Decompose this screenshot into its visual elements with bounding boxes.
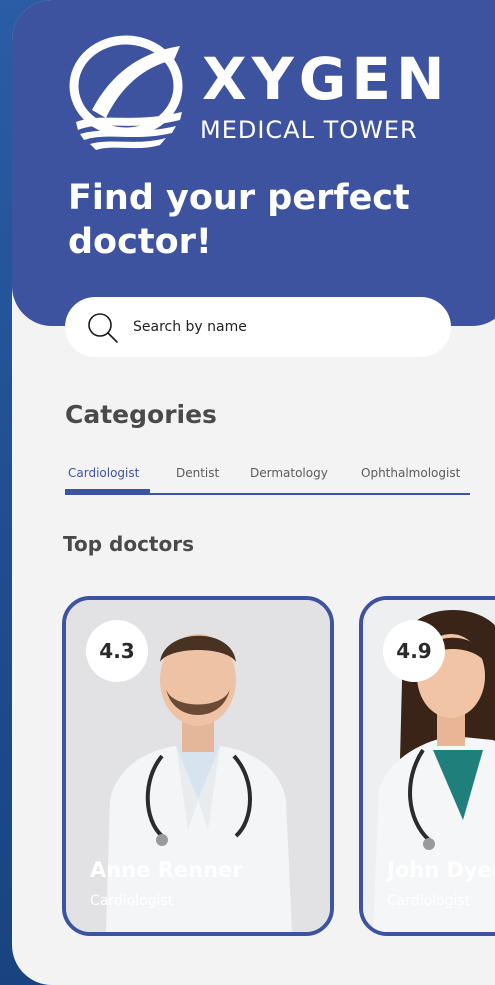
tab-ophthalmologist[interactable]: Ophthalmologist [361,466,460,480]
doctor-card[interactable]: 4.3 Anne Renner Cardiologist [62,596,334,936]
rating-badge: 4.9 [383,620,445,682]
brand-logo: XYGEN MEDICAL TOWER [62,32,444,154]
doctor-specialty: Cardiologist [90,893,174,909]
doctor-card[interactable]: 4.9 John Dyer Cardiologist [359,596,495,936]
phone-screen: XYGEN MEDICAL TOWER Find your perfect do… [12,0,495,985]
search-bar[interactable] [65,297,451,357]
brand-subtitle: MEDICAL TOWER [200,116,418,144]
search-icon [88,313,118,343]
hero-header: XYGEN MEDICAL TOWER Find your perfect do… [12,0,495,326]
app-background: XYGEN MEDICAL TOWER Find your perfect do… [0,0,495,985]
doctor-name: John Dyer [387,858,495,882]
categories-heading: Categories [65,400,217,429]
active-tab-indicator [65,489,150,495]
tab-cardiologist[interactable]: Cardiologist [68,466,139,480]
category-tabs: Cardiologist Dentist Dermatology Ophthal… [65,466,470,496]
oxygen-logo-icon [69,35,183,150]
doctor-specialty: Cardiologist [387,893,471,909]
tab-dentist[interactable]: Dentist [176,466,219,480]
tab-dermatology[interactable]: Dermatology [250,466,328,480]
brand-wordmark: XYGEN [202,45,450,113]
top-doctors-heading: Top doctors [63,532,194,556]
search-input[interactable] [133,297,433,357]
doctor-name: Anne Renner [90,858,243,882]
page-title: Find your perfect doctor! [68,178,410,262]
rating-badge: 4.3 [86,620,148,682]
